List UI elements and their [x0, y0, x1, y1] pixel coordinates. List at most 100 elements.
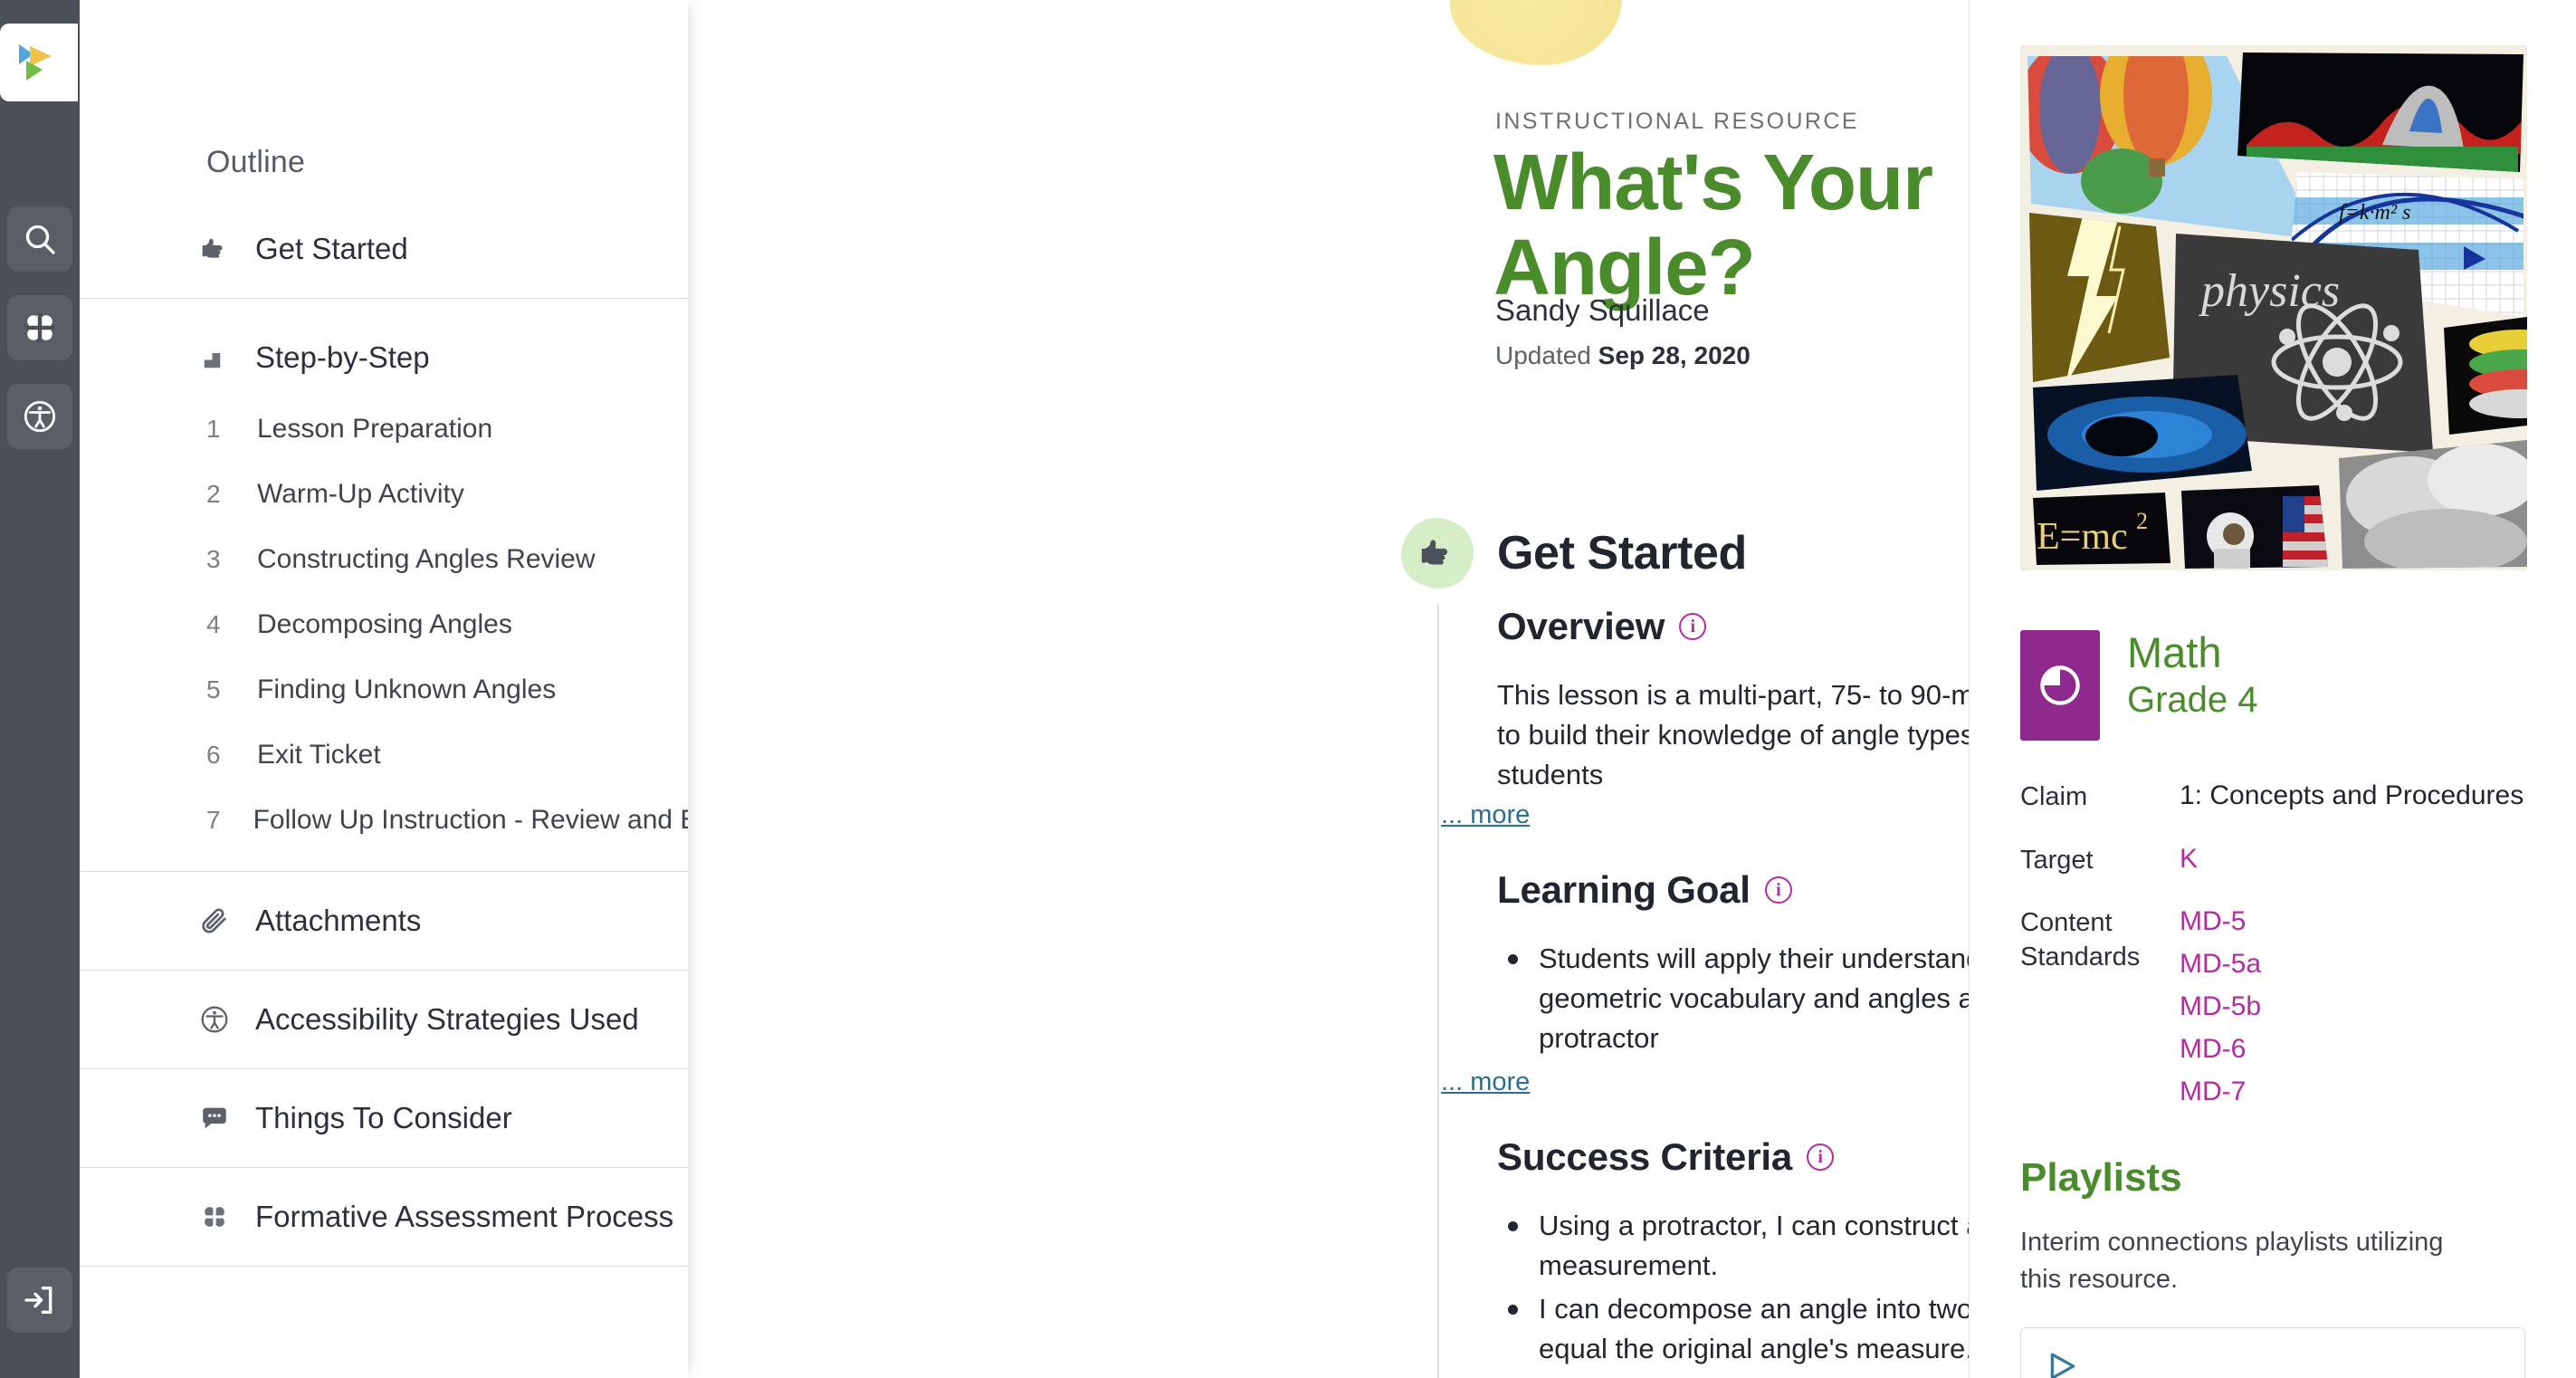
playlist-card[interactable]	[2020, 1326, 2525, 1378]
page-title: What's Your Angle?	[1493, 139, 1933, 311]
sidebar-item-things-to-consider[interactable]: Things To Consider	[80, 1069, 688, 1167]
outline-sidebar: Outline Get Started Step-by-Step 1 Lesso…	[80, 0, 688, 1378]
standard-link[interactable]: MD-6	[2180, 1034, 2261, 1065]
list-item[interactable]: 5 Finding Unknown Angles	[80, 657, 688, 722]
list-item: I can decompose an angle into two or mor…	[1497, 1289, 1969, 1369]
step-number: 6	[206, 741, 221, 769]
app-logo[interactable]	[0, 24, 78, 101]
metadata-row-target: Target K	[2020, 844, 2525, 878]
hand-point-icon	[1401, 518, 1474, 589]
accessibility-button[interactable]	[7, 384, 72, 449]
author-name: Sandy Squillace	[1495, 293, 1710, 327]
target-label: Target	[2020, 845, 2094, 875]
sidebar-item-label: Step-by-Step	[255, 340, 430, 374]
clover-icon	[197, 1203, 232, 1230]
step-label: Decomposing Angles	[257, 609, 512, 639]
updated-label: Updated	[1495, 341, 1591, 369]
sidebar-item-label: Attachments	[255, 904, 422, 937]
info-icon[interactable]: i	[1679, 613, 1707, 640]
content-standards-label: Content Standards	[2020, 908, 2141, 972]
standard-link[interactable]: MD-5	[2180, 906, 2261, 937]
info-icon[interactable]: i	[1807, 1144, 1834, 1172]
app-root: Outline Get Started Step-by-Step 1 Lesso…	[0, 0, 2576, 1378]
sidebar-item-step-by-step[interactable]: Step-by-Step	[80, 299, 688, 397]
sidebar-item-label: Things To Consider	[255, 1101, 512, 1134]
sidebar-item-accessibility-strategies[interactable]: Accessibility Strategies Used	[80, 971, 688, 1068]
paperclip-icon	[197, 905, 232, 936]
search-icon	[22, 221, 58, 257]
list-item[interactable]: 1 Lesson Preparation	[80, 397, 688, 462]
step-number: 5	[206, 675, 221, 703]
standard-link[interactable]: MD-5a	[2180, 949, 2261, 980]
step-label: Warm-Up Activity	[257, 479, 464, 509]
overview-heading: Overview i	[1497, 605, 1969, 648]
outline-heading: Outline	[206, 145, 306, 179]
updated-date: Sep 28, 2020	[1598, 341, 1751, 369]
standard-link[interactable]: MD-5b	[2180, 991, 2261, 1022]
sidebar-item-attachments[interactable]: Attachments	[80, 872, 688, 970]
list-item[interactable]: 2 Warm-Up Activity	[80, 462, 688, 527]
svg-text:f=k·m² s: f=k·m² s	[2339, 201, 2410, 225]
overview-more-link[interactable]: ... more	[1441, 800, 1530, 830]
list-item[interactable]: 7 Follow Up Instruction - Review and Ext…	[80, 788, 688, 853]
sidebar-item-label: Accessibility Strategies Used	[255, 1002, 639, 1036]
outline-group-step-by-step: Step-by-Step 1 Lesson Preparation 2 Warm…	[80, 299, 688, 872]
document-body: Overview i This lesson is a multi-part, …	[1437, 605, 1969, 1378]
section-header-get-started: Get Started	[1401, 518, 1747, 589]
apps-button[interactable]	[7, 295, 72, 360]
playlists-description: Interim connections playlists utilizing …	[2020, 1228, 2444, 1294]
success-criteria-heading-text: Success Criteria	[1497, 1135, 1792, 1179]
decorative-watercolor-blob	[1450, 0, 1622, 65]
info-icon[interactable]: i	[1764, 876, 1792, 904]
sidebar-item-label: Get Started	[255, 232, 408, 265]
physics-collage-icon: f=k·m² s physics E=mc 2	[2020, 45, 2527, 570]
search-button[interactable]	[7, 206, 72, 272]
step-number: 7	[206, 806, 221, 834]
apps-grid-icon	[23, 311, 57, 345]
outline-group-accessibility: Accessibility Strategies Used	[80, 971, 688, 1069]
subject-block: Math Grade 4	[2020, 630, 2525, 741]
comment-icon	[197, 1103, 232, 1134]
subject-grade: Grade 4	[2127, 680, 2258, 721]
list-item: Using a protractor, I can construct and …	[1497, 1206, 1969, 1286]
target-value[interactable]: K	[2180, 844, 2198, 878]
learning-goal-heading-text: Learning Goal	[1497, 868, 1751, 912]
updated-stamp: Updated Sep 28, 2020	[1495, 341, 1751, 370]
learning-goal-heading: Learning Goal i	[1497, 868, 1969, 912]
metadata-row-standards: Content Standards MD-5 MD-5a MD-5b MD-6 …	[2020, 906, 2525, 1119]
list-item: Given a decomposed angle with a known me…	[1497, 1373, 1969, 1378]
step-number: 2	[206, 480, 221, 508]
outline-group-attachments: Attachments	[80, 872, 688, 971]
sign-in-icon	[22, 1282, 58, 1318]
sidebar-item-formative-assessment[interactable]: Formative Assessment Process	[80, 1168, 688, 1266]
learning-goal-more-link[interactable]: ... more	[1441, 1067, 1530, 1097]
list-item[interactable]: 4 Decomposing Angles	[80, 592, 688, 657]
step-label: Follow Up Instruction - Review and Exte.…	[253, 805, 688, 835]
accessibility-icon	[22, 398, 58, 435]
metadata-row-claim: Claim 1: Concepts and Procedures	[2020, 780, 2525, 815]
standard-link[interactable]: MD-7	[2180, 1077, 2261, 1107]
left-icon-rail	[0, 0, 80, 1378]
list-item[interactable]: 6 Exit Ticket	[80, 722, 688, 788]
list-item[interactable]: 3 Constructing Angles Review	[80, 527, 688, 592]
steps-bar-icon	[197, 344, 232, 371]
outline-group-get-started: Get Started	[80, 200, 688, 299]
section-title: Get Started	[1497, 527, 1747, 579]
hero-image: f=k·m² s physics E=mc 2	[2020, 45, 2527, 570]
sign-in-button[interactable]	[7, 1268, 72, 1333]
hand-point-icon	[197, 234, 232, 264]
step-number: 4	[206, 610, 221, 638]
sidebar-item-label: Formative Assessment Process	[255, 1200, 674, 1233]
document-eyebrow: INSTRUCTIONAL RESOURCE	[1495, 109, 1859, 134]
overview-heading-text: Overview	[1497, 605, 1665, 647]
content-standards-list: MD-5 MD-5a MD-5b MD-6 MD-7	[2180, 906, 2261, 1119]
main-content: INSTRUCTIONAL RESOURCE What's Your Angle…	[688, 0, 1970, 1378]
success-criteria-list: Using a protractor, I can construct and …	[1497, 1206, 1969, 1378]
overview-block: Overview i This lesson is a multi-part, …	[1441, 605, 1969, 830]
playlists-title: Playlists	[2020, 1155, 2182, 1201]
accessibility-icon	[197, 1004, 232, 1035]
playlist-icon	[2045, 1348, 2501, 1378]
sidebar-item-get-started[interactable]: Get Started	[80, 200, 688, 298]
success-criteria-block: Success Criteria i Using a protractor, I…	[1497, 1135, 1969, 1378]
step-label: Lesson Preparation	[257, 414, 493, 444]
